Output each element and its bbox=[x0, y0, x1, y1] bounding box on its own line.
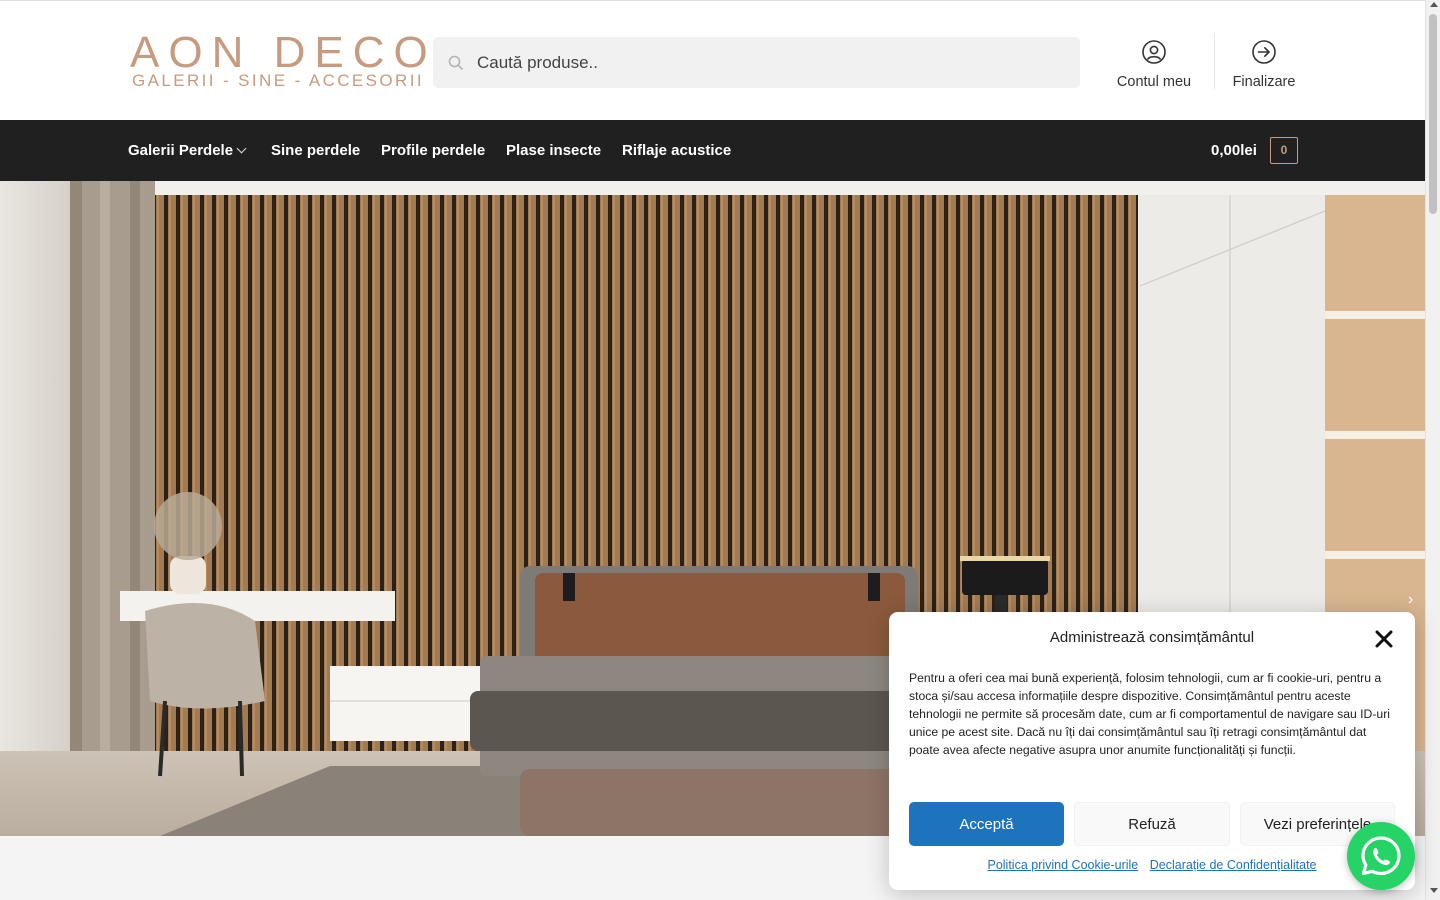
checkout-label: Finalizare bbox=[1232, 74, 1296, 90]
chevron-down-icon bbox=[236, 143, 247, 154]
cookie-consent-dialog: Administrează consimțământul Pentru a of… bbox=[889, 612, 1415, 890]
whatsapp-icon bbox=[1361, 836, 1401, 876]
cart-count-badge[interactable]: 0 bbox=[1270, 137, 1298, 164]
scroll-thumb[interactable] bbox=[1429, 14, 1437, 214]
account-label: Contul meu bbox=[1116, 74, 1192, 90]
deny-button[interactable]: Refuză bbox=[1074, 802, 1230, 846]
search-input[interactable] bbox=[477, 37, 1067, 88]
nav-item-sine-perdele[interactable]: Sine perdele bbox=[271, 142, 360, 159]
user-circle-icon bbox=[1142, 40, 1166, 64]
accept-button[interactable]: Acceptă bbox=[909, 802, 1064, 846]
search-box bbox=[433, 37, 1080, 88]
account-link[interactable]: Contul meu bbox=[1108, 37, 1200, 93]
logo-tagline: GALERII - SINE - ACCESORII bbox=[132, 71, 424, 90]
site-header: AON DECO GALERII - SINE - ACCESORII Cont… bbox=[0, 0, 1425, 120]
logo-main-text: AON DECO bbox=[130, 28, 437, 77]
main-navigation: Galerii Perdele Sine perdele Profile per… bbox=[0, 120, 1425, 181]
cart-total[interactable]: 0,00lei bbox=[1211, 142, 1257, 159]
search-icon[interactable] bbox=[447, 54, 465, 72]
page-scrollbar[interactable] bbox=[1425, 0, 1440, 900]
arrow-right-circle-icon bbox=[1252, 40, 1276, 64]
close-icon[interactable] bbox=[1373, 628, 1395, 650]
nav-item-profile-perdele[interactable]: Profile perdele bbox=[381, 142, 485, 159]
header-divider bbox=[1214, 33, 1215, 89]
checkout-link[interactable]: Finalizare bbox=[1224, 37, 1304, 93]
whatsapp-chat-button[interactable] bbox=[1347, 822, 1415, 890]
cookie-policy-links: Politica privind Cookie-urile Declarație… bbox=[889, 858, 1415, 872]
site-logo[interactable]: AON DECO GALERII - SINE - ACCESORII bbox=[128, 29, 428, 93]
nav-item-plase-insecte[interactable]: Plase insecte bbox=[506, 142, 601, 159]
nav-item-galerii-perdele[interactable]: Galerii Perdele bbox=[128, 142, 247, 159]
cookie-dialog-text: Pentru a oferi cea mai bună experiență, … bbox=[909, 671, 1390, 757]
scroll-up-arrow-icon[interactable] bbox=[1430, 2, 1438, 7]
nav-item-riflaje-acustice[interactable]: Riflaje acustice bbox=[622, 142, 731, 159]
slider-next-arrow[interactable]: › bbox=[1408, 590, 1422, 610]
privacy-statement-link[interactable]: Declarație de Confidențialitate bbox=[1150, 858, 1317, 872]
scroll-down-arrow-icon[interactable] bbox=[1430, 888, 1438, 893]
nav-item-label: Galerii Perdele bbox=[128, 142, 234, 159]
cookie-dialog-title: Administrează consimțământul bbox=[1049, 629, 1255, 646]
cookie-policy-link[interactable]: Politica privind Cookie-urile bbox=[987, 858, 1138, 872]
